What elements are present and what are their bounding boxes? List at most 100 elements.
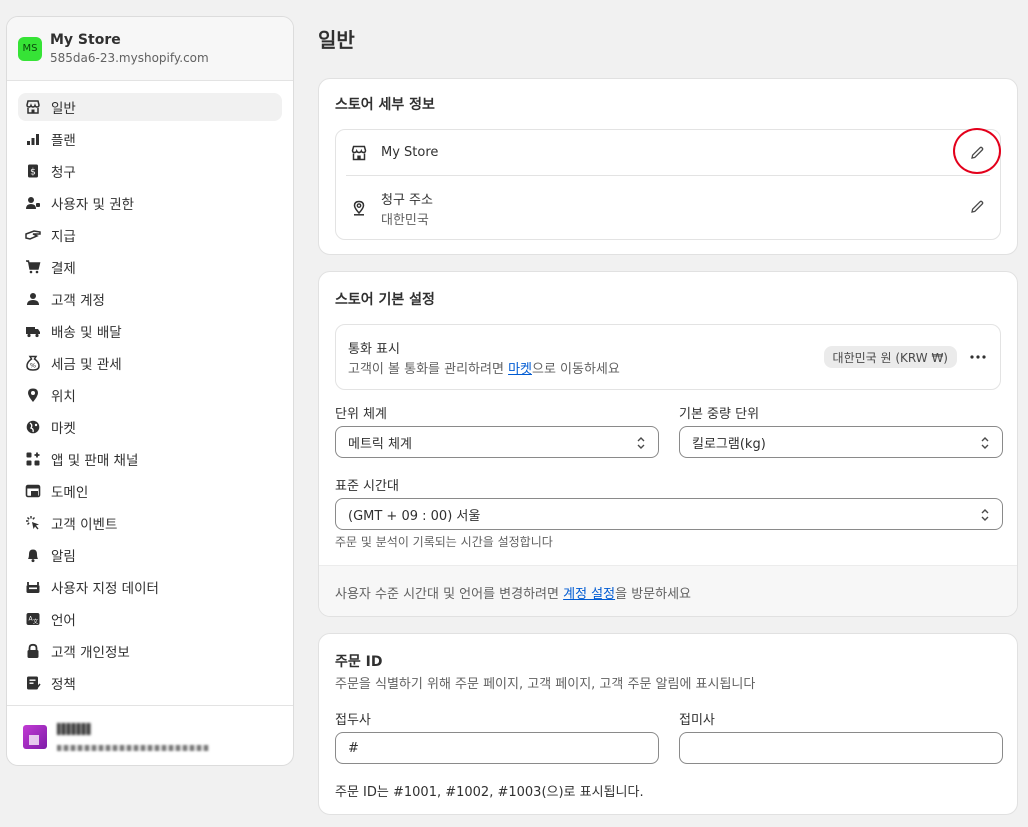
sidebar-item-label: 지급	[51, 229, 76, 245]
suffix-input[interactable]	[679, 732, 1003, 764]
unit-system-label: 단위 체계	[335, 407, 387, 422]
sidebar-item-users[interactable]: 사용자 및 권한	[18, 189, 282, 217]
settings-sidebar: MS My Store 585da6-23.myshopify.com 일반 플…	[6, 16, 294, 766]
weight-unit-select[interactable]: 킬로그램(kg)	[679, 426, 1003, 458]
sidebar-item-customer-events[interactable]: 고객 이벤트	[18, 509, 282, 537]
sidebar-item-markets[interactable]: 마켓	[18, 413, 282, 441]
account-settings-footer: 사용자 수준 시간대 및 언어를 변경하려면 계정 설정을 방문하세요	[319, 565, 1017, 616]
edit-billing-address-button[interactable]	[966, 196, 988, 218]
ellipsis-icon	[970, 355, 986, 359]
sidebar-item-checkout[interactable]: 결제	[18, 253, 282, 281]
apps-icon	[24, 450, 42, 468]
account-settings-link[interactable]: 계정 설정	[563, 587, 615, 602]
store-details-box: My Store 청구 주소 대한민국	[335, 129, 1001, 240]
svg-text:$: $	[30, 168, 36, 178]
sidebar-item-label: 위치	[51, 389, 76, 405]
weight-unit-value: 킬로그램(kg)	[692, 436, 766, 452]
sidebar-item-label: 알림	[51, 549, 76, 565]
sidebar-item-privacy[interactable]: 고객 개인정보	[18, 637, 282, 665]
sidebar-item-notifications[interactable]: 알림	[18, 541, 282, 569]
unit-system-value: 메트릭 체계	[348, 436, 412, 452]
metafields-icon	[24, 578, 42, 596]
sidebar-item-label: 고객 이벤트	[51, 517, 118, 533]
select-chevron-icon	[981, 437, 989, 449]
sidebar-item-shipping[interactable]: 배송 및 배달	[18, 317, 282, 345]
sidebar-item-label: 플랜	[51, 133, 76, 149]
suffix-label: 접미사	[679, 713, 715, 728]
prefix-input[interactable]: #	[335, 732, 659, 764]
store-icon	[24, 98, 42, 116]
sidebar-item-label: 앱 및 판매 채널	[51, 453, 139, 469]
sidebar-item-general[interactable]: 일반	[18, 93, 282, 121]
sidebar-item-customer-accounts[interactable]: 고객 계정	[18, 285, 282, 313]
store-icon	[350, 144, 368, 162]
bell-icon	[24, 546, 42, 564]
currency-display-description: 고객이 볼 통화를 관리하려면 마켓으로 이동하세요	[348, 358, 620, 377]
location-icon	[24, 386, 42, 404]
settings-nav: 일반 플랜 $ 청구 사용자 및 권한 지급 결제 고객 계정 배송 및 배달	[7, 81, 293, 697]
sidebar-item-billing[interactable]: $ 청구	[18, 157, 282, 185]
plan-icon	[24, 130, 42, 148]
billing-icon: $	[24, 162, 42, 180]
order-id-card: 주문 ID 주문을 식별하기 위해 주문 페이지, 고객 페이지, 고객 주문 …	[318, 633, 1018, 815]
sidebar-item-taxes[interactable]: % 세금 및 관세	[18, 349, 282, 377]
sidebar-item-label: 정책	[51, 677, 76, 693]
person-icon	[24, 290, 42, 308]
prefix-value: #	[348, 740, 359, 756]
sidebar-item-label: 사용자 및 권한	[51, 197, 135, 213]
sidebar-item-label: 마켓	[51, 421, 76, 437]
sidebar-item-plan[interactable]: 플랜	[18, 125, 282, 153]
sidebar-item-label: 사용자 지정 데이터	[51, 581, 159, 597]
tax-icon: %	[24, 354, 42, 372]
sidebar-item-languages[interactable]: A文 언어	[18, 605, 282, 633]
sidebar-item-label: 결제	[51, 261, 76, 277]
sidebar-item-policies[interactable]: 정책	[18, 669, 282, 697]
sidebar-item-label: 고객 개인정보	[51, 645, 130, 661]
pencil-icon	[971, 200, 984, 213]
store-url: 585da6-23.myshopify.com	[50, 51, 209, 65]
sidebar-item-label: 언어	[51, 613, 76, 629]
payments-icon	[24, 226, 42, 244]
timezone-select[interactable]: (GMT + 09 : 00) 서울	[335, 498, 1003, 530]
store-details-card: 스토어 세부 정보 My Store 청구 주소 대한민국	[318, 78, 1018, 255]
sidebar-item-custom-data[interactable]: 사용자 지정 데이터	[18, 573, 282, 601]
weight-unit-label: 기본 중량 단위	[679, 407, 760, 422]
cursor-click-icon	[24, 514, 42, 532]
billing-address-value: 대한민국	[381, 213, 429, 228]
footer-suffix: 을 방문하세요	[615, 587, 692, 602]
annotation-circle	[953, 128, 1001, 174]
timezone-help-text: 주문 및 분석이 기록되는 시간을 설정합니다	[335, 535, 553, 549]
prefix-label: 접두사	[335, 713, 371, 728]
domain-icon	[24, 482, 42, 500]
user-email-redacted	[57, 744, 209, 751]
currency-desc-suffix: 으로 이동하세요	[531, 362, 620, 377]
order-id-description: 주문을 식별하기 위해 주문 페이지, 고객 페이지, 고객 주문 알림에 표시…	[335, 677, 756, 692]
markets-link[interactable]: 마켓	[508, 362, 532, 377]
location-pin-icon	[350, 199, 368, 217]
sidebar-item-label: 세금 및 관세	[51, 357, 122, 373]
currency-desc-prefix: 고객이 볼 통화를 관리하려면	[348, 362, 509, 377]
select-chevron-icon	[981, 509, 989, 521]
more-actions-button[interactable]	[966, 345, 990, 369]
svg-text:文: 文	[33, 618, 39, 626]
sidebar-item-label: 배송 및 배달	[51, 325, 122, 341]
store-switcher[interactable]: MS My Store 585da6-23.myshopify.com	[7, 17, 293, 81]
account-menu[interactable]	[7, 705, 293, 765]
currency-display-box: 통화 표시 고객이 볼 통화를 관리하려면 마켓으로 이동하세요 대한민국 원 …	[335, 324, 1001, 390]
user-name-redacted	[57, 722, 91, 735]
billing-address-row: 청구 주소 대한민국	[336, 176, 1000, 240]
order-id-preview: 주문 ID는 #1001, #1002, #1003(으)로 표시됩니다.	[335, 785, 644, 800]
store-name-row: My Store	[336, 130, 1000, 176]
timezone-label: 표준 시간대	[335, 479, 399, 494]
unit-system-select[interactable]: 메트릭 체계	[335, 426, 659, 458]
users-icon	[24, 194, 42, 212]
card-title: 주문 ID	[335, 654, 383, 670]
timezone-value: (GMT + 09 : 00) 서울	[348, 508, 481, 524]
sidebar-item-apps[interactable]: 앱 및 판매 채널	[18, 445, 282, 473]
sidebar-item-payouts[interactable]: 지급	[18, 221, 282, 249]
select-chevron-icon	[637, 437, 645, 449]
user-avatar	[23, 724, 47, 749]
sidebar-item-locations[interactable]: 위치	[18, 381, 282, 409]
lock-icon	[24, 642, 42, 660]
sidebar-item-domains[interactable]: 도메인	[18, 477, 282, 505]
